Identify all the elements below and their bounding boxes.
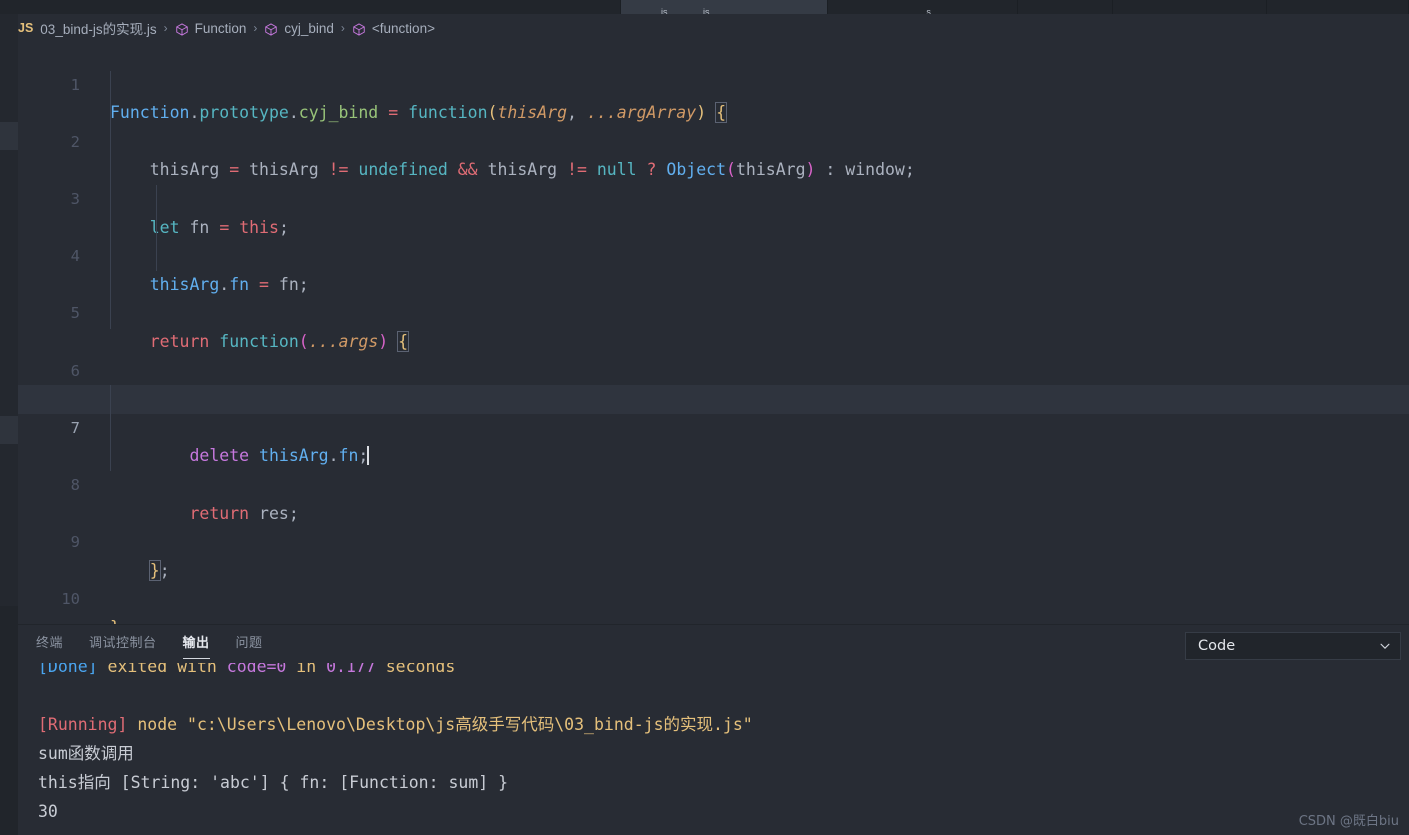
- breadcrumb-symbol-label: Function: [194, 20, 247, 36]
- line-number: 3: [70, 189, 80, 208]
- strip-marker: [0, 416, 18, 444]
- code-line[interactable]: 11: [18, 614, 1409, 624]
- breadcrumb-file-label: 03_bind-js的实现.js: [40, 22, 157, 37]
- output-token: [Running]: [38, 715, 138, 734]
- output-token: seconds: [375, 663, 456, 676]
- line-number: 5: [70, 304, 80, 323]
- output-token: code=0: [226, 663, 287, 676]
- output-token: [38, 686, 48, 705]
- output-line: sum函数调用: [38, 739, 1409, 768]
- js-file-icon: JS: [18, 21, 34, 35]
- panel-tab-debug-console[interactable]: 调试控制台: [89, 625, 157, 663]
- code-line[interactable]: 8 return res;: [18, 442, 1409, 523]
- code-line[interactable]: 5 return function(...args) {: [18, 271, 1409, 352]
- output-line-blank: [38, 681, 1409, 710]
- editor-tab[interactable]: [1017, 0, 1113, 14]
- panel-tab-problems[interactable]: 问题: [236, 625, 263, 663]
- indent-guide: [110, 385, 111, 472]
- editor-tab-bar: js js s: [0, 0, 1409, 14]
- breadcrumb-symbol-label: <function>: [371, 20, 435, 36]
- breadcrumb-item-function[interactable]: Function: [175, 20, 247, 37]
- output-token: exited with: [107, 663, 227, 676]
- symbol-cube-icon: [264, 22, 278, 37]
- strip-bottom: [0, 606, 18, 835]
- editor-tab-glyph: s: [926, 8, 931, 14]
- code-line[interactable]: 10 };: [18, 557, 1409, 624]
- vscode-window: js js s JS 03_bind-js的实现.js › Function ›: [0, 0, 1409, 835]
- editor-tab-active[interactable]: js js: [621, 0, 829, 14]
- code-editor[interactable]: 1 Function.prototype.cyj_bind = function…: [0, 42, 1409, 624]
- panel-tab-output[interactable]: 输出: [182, 625, 210, 663]
- chevron-down-icon: [1378, 639, 1392, 653]
- line-number: 2: [70, 132, 80, 151]
- breadcrumb-separator: ›: [253, 21, 258, 35]
- symbol-cube-icon: [352, 22, 366, 37]
- code-line[interactable]: 3 let fn = this;: [18, 156, 1409, 237]
- breadcrumb-item-cyj-bind[interactable]: cyj_bind: [264, 21, 334, 36]
- breadcrumb-symbol-label: cyj_bind: [284, 20, 334, 36]
- breadcrumb-separator: ›: [340, 21, 345, 35]
- indent-guide: [110, 70, 111, 329]
- output-token: in: [286, 663, 327, 676]
- output-token: [Done]: [38, 663, 108, 676]
- output-line: 30: [38, 797, 1409, 826]
- line-number: 7: [70, 418, 80, 437]
- code-line[interactable]: 9 };: [18, 500, 1409, 581]
- line-number: 1: [70, 75, 80, 94]
- breadcrumb: JS 03_bind-js的实现.js › Function › cyj_bin…: [0, 14, 1409, 42]
- output-token: 0.177: [326, 663, 376, 676]
- panel-header: 终端 调试控制台 输出 问题 Code: [0, 625, 1409, 663]
- code-surface[interactable]: 1 Function.prototype.cyj_bind = function…: [18, 42, 1409, 624]
- output-token: 30: [38, 802, 58, 821]
- output-panel-body[interactable]: [Done] exited with code=0 in 0.177 secon…: [0, 663, 1409, 835]
- editor-tab[interactable]: [1266, 0, 1409, 14]
- strip-marker: [0, 122, 18, 150]
- editor-tab[interactable]: [1112, 0, 1267, 14]
- code-line-current[interactable]: 7 delete thisArg.fn;: [18, 385, 1409, 466]
- code-line[interactable]: 1 Function.prototype.cyj_bind = function…: [18, 42, 1409, 124]
- editor-tab-glyph: js: [661, 8, 668, 14]
- tab-bar-left-edge: [0, 0, 18, 14]
- csdn-watermark: CSDN @既白biu: [1298, 814, 1399, 829]
- symbol-cube-icon: [175, 22, 189, 37]
- panel-tab-terminal[interactable]: 终端: [36, 625, 63, 663]
- output-channel-select[interactable]: Code: [1185, 632, 1401, 660]
- line-number: 10: [61, 590, 80, 609]
- activity-edge-strip: [0, 14, 18, 835]
- code-line[interactable]: 6 let res = thisArg.fn(...argArray, ...a…: [18, 328, 1409, 409]
- editor-tab[interactable]: s: [828, 0, 1018, 14]
- breadcrumb-item-file[interactable]: JS 03_bind-js的实现.js: [18, 18, 157, 38]
- line-number: 8: [70, 475, 80, 494]
- bottom-panel: 终端 调试控制台 输出 问题 Code [Done] exited with c…: [0, 624, 1409, 835]
- output-line-done: [Done] exited with code=0 in 0.177 secon…: [38, 663, 1409, 681]
- indent-guide: [156, 185, 157, 271]
- output-line-running: [Running] node "c:\Users\Lenovo\Desktop\…: [38, 710, 1409, 739]
- output-channel-value: Code: [1198, 638, 1236, 654]
- editor-tab-glyph: js: [703, 8, 710, 14]
- code-line[interactable]: 4 thisArg.fn = fn;: [18, 214, 1409, 294]
- line-number: 6: [70, 361, 80, 380]
- output-token: sum函数调用: [38, 744, 134, 763]
- output-line: this指向 [String: 'abc'] { fn: [Function: …: [38, 768, 1409, 797]
- line-number: 9: [70, 533, 80, 552]
- output-token: node "c:\Users\Lenovo\Desktop\js高级手写代码\0…: [137, 715, 753, 734]
- panel-tab-list: 终端 调试控制台 输出 问题: [36, 625, 289, 663]
- line-number: 4: [70, 247, 80, 266]
- code-line[interactable]: 2 thisArg = thisArg != undefined && this…: [18, 99, 1409, 180]
- breadcrumb-separator: ›: [163, 21, 168, 35]
- breadcrumb-item-anon-function[interactable]: <function>: [352, 21, 435, 36]
- output-token: this指向 [String: 'abc'] { fn: [Function: …: [38, 773, 509, 792]
- editor-tab[interactable]: [17, 0, 622, 14]
